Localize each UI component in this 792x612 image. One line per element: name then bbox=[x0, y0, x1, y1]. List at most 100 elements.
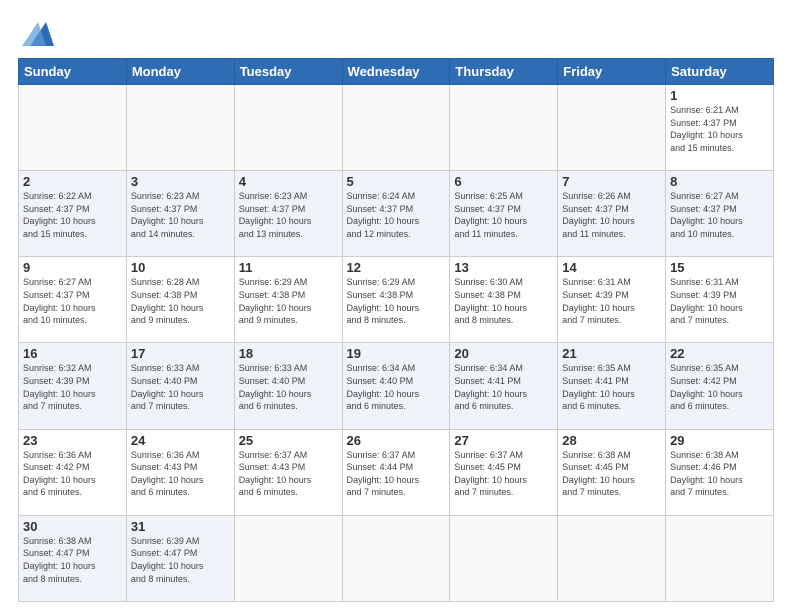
day-info: Sunrise: 6:28 AM Sunset: 4:38 PM Dayligh… bbox=[131, 276, 230, 326]
day-info: Sunrise: 6:23 AM Sunset: 4:37 PM Dayligh… bbox=[131, 190, 230, 240]
table-row: 19Sunrise: 6:34 AM Sunset: 4:40 PM Dayli… bbox=[342, 343, 450, 429]
day-number: 31 bbox=[131, 519, 230, 534]
day-info: Sunrise: 6:38 AM Sunset: 4:45 PM Dayligh… bbox=[562, 449, 661, 499]
table-row: 20Sunrise: 6:34 AM Sunset: 4:41 PM Dayli… bbox=[450, 343, 558, 429]
table-row: 3Sunrise: 6:23 AM Sunset: 4:37 PM Daylig… bbox=[126, 171, 234, 257]
day-info: Sunrise: 6:34 AM Sunset: 4:40 PM Dayligh… bbox=[347, 362, 446, 412]
day-number: 28 bbox=[562, 433, 661, 448]
table-row bbox=[234, 515, 342, 601]
table-row: 6Sunrise: 6:25 AM Sunset: 4:37 PM Daylig… bbox=[450, 171, 558, 257]
table-row: 9Sunrise: 6:27 AM Sunset: 4:37 PM Daylig… bbox=[19, 257, 127, 343]
day-info: Sunrise: 6:39 AM Sunset: 4:47 PM Dayligh… bbox=[131, 535, 230, 585]
table-row: 5Sunrise: 6:24 AM Sunset: 4:37 PM Daylig… bbox=[342, 171, 450, 257]
calendar-week-row: 1Sunrise: 6:21 AM Sunset: 4:37 PM Daylig… bbox=[19, 85, 774, 171]
table-row bbox=[666, 515, 774, 601]
day-info: Sunrise: 6:27 AM Sunset: 4:37 PM Dayligh… bbox=[670, 190, 769, 240]
day-info: Sunrise: 6:26 AM Sunset: 4:37 PM Dayligh… bbox=[562, 190, 661, 240]
logo-icon bbox=[22, 18, 54, 50]
table-row: 1Sunrise: 6:21 AM Sunset: 4:37 PM Daylig… bbox=[666, 85, 774, 171]
day-number: 13 bbox=[454, 260, 553, 275]
table-row: 7Sunrise: 6:26 AM Sunset: 4:37 PM Daylig… bbox=[558, 171, 666, 257]
day-info: Sunrise: 6:30 AM Sunset: 4:38 PM Dayligh… bbox=[454, 276, 553, 326]
day-info: Sunrise: 6:31 AM Sunset: 4:39 PM Dayligh… bbox=[562, 276, 661, 326]
day-number: 8 bbox=[670, 174, 769, 189]
table-row: 11Sunrise: 6:29 AM Sunset: 4:38 PM Dayli… bbox=[234, 257, 342, 343]
page: Sunday Monday Tuesday Wednesday Thursday… bbox=[0, 0, 792, 612]
table-row: 18Sunrise: 6:33 AM Sunset: 4:40 PM Dayli… bbox=[234, 343, 342, 429]
col-thursday: Thursday bbox=[450, 59, 558, 85]
day-number: 18 bbox=[239, 346, 338, 361]
table-row: 21Sunrise: 6:35 AM Sunset: 4:41 PM Dayli… bbox=[558, 343, 666, 429]
day-info: Sunrise: 6:33 AM Sunset: 4:40 PM Dayligh… bbox=[239, 362, 338, 412]
table-row bbox=[450, 515, 558, 601]
table-row bbox=[342, 515, 450, 601]
logo bbox=[18, 18, 54, 50]
day-info: Sunrise: 6:34 AM Sunset: 4:41 PM Dayligh… bbox=[454, 362, 553, 412]
day-info: Sunrise: 6:36 AM Sunset: 4:42 PM Dayligh… bbox=[23, 449, 122, 499]
day-number: 17 bbox=[131, 346, 230, 361]
table-row bbox=[19, 85, 127, 171]
day-info: Sunrise: 6:36 AM Sunset: 4:43 PM Dayligh… bbox=[131, 449, 230, 499]
day-number: 7 bbox=[562, 174, 661, 189]
day-info: Sunrise: 6:35 AM Sunset: 4:41 PM Dayligh… bbox=[562, 362, 661, 412]
day-number: 12 bbox=[347, 260, 446, 275]
table-row: 29Sunrise: 6:38 AM Sunset: 4:46 PM Dayli… bbox=[666, 429, 774, 515]
day-number: 21 bbox=[562, 346, 661, 361]
col-monday: Monday bbox=[126, 59, 234, 85]
calendar-week-row: 30Sunrise: 6:38 AM Sunset: 4:47 PM Dayli… bbox=[19, 515, 774, 601]
day-number: 26 bbox=[347, 433, 446, 448]
day-number: 29 bbox=[670, 433, 769, 448]
day-info: Sunrise: 6:37 AM Sunset: 4:43 PM Dayligh… bbox=[239, 449, 338, 499]
table-row: 4Sunrise: 6:23 AM Sunset: 4:37 PM Daylig… bbox=[234, 171, 342, 257]
day-info: Sunrise: 6:29 AM Sunset: 4:38 PM Dayligh… bbox=[239, 276, 338, 326]
table-row: 2Sunrise: 6:22 AM Sunset: 4:37 PM Daylig… bbox=[19, 171, 127, 257]
table-row bbox=[234, 85, 342, 171]
col-sunday: Sunday bbox=[19, 59, 127, 85]
day-number: 5 bbox=[347, 174, 446, 189]
table-row: 26Sunrise: 6:37 AM Sunset: 4:44 PM Dayli… bbox=[342, 429, 450, 515]
col-wednesday: Wednesday bbox=[342, 59, 450, 85]
table-row: 8Sunrise: 6:27 AM Sunset: 4:37 PM Daylig… bbox=[666, 171, 774, 257]
day-info: Sunrise: 6:21 AM Sunset: 4:37 PM Dayligh… bbox=[670, 104, 769, 154]
day-number: 3 bbox=[131, 174, 230, 189]
day-number: 30 bbox=[23, 519, 122, 534]
day-info: Sunrise: 6:24 AM Sunset: 4:37 PM Dayligh… bbox=[347, 190, 446, 240]
day-number: 9 bbox=[23, 260, 122, 275]
day-info: Sunrise: 6:38 AM Sunset: 4:46 PM Dayligh… bbox=[670, 449, 769, 499]
table-row: 14Sunrise: 6:31 AM Sunset: 4:39 PM Dayli… bbox=[558, 257, 666, 343]
day-number: 15 bbox=[670, 260, 769, 275]
day-number: 27 bbox=[454, 433, 553, 448]
table-row: 24Sunrise: 6:36 AM Sunset: 4:43 PM Dayli… bbox=[126, 429, 234, 515]
day-number: 10 bbox=[131, 260, 230, 275]
table-row: 15Sunrise: 6:31 AM Sunset: 4:39 PM Dayli… bbox=[666, 257, 774, 343]
day-number: 14 bbox=[562, 260, 661, 275]
day-info: Sunrise: 6:25 AM Sunset: 4:37 PM Dayligh… bbox=[454, 190, 553, 240]
col-friday: Friday bbox=[558, 59, 666, 85]
calendar-header-row: Sunday Monday Tuesday Wednesday Thursday… bbox=[19, 59, 774, 85]
calendar-week-row: 23Sunrise: 6:36 AM Sunset: 4:42 PM Dayli… bbox=[19, 429, 774, 515]
calendar-table: Sunday Monday Tuesday Wednesday Thursday… bbox=[18, 58, 774, 602]
table-row: 31Sunrise: 6:39 AM Sunset: 4:47 PM Dayli… bbox=[126, 515, 234, 601]
day-info: Sunrise: 6:27 AM Sunset: 4:37 PM Dayligh… bbox=[23, 276, 122, 326]
table-row: 22Sunrise: 6:35 AM Sunset: 4:42 PM Dayli… bbox=[666, 343, 774, 429]
table-row bbox=[450, 85, 558, 171]
day-number: 1 bbox=[670, 88, 769, 103]
day-info: Sunrise: 6:22 AM Sunset: 4:37 PM Dayligh… bbox=[23, 190, 122, 240]
table-row: 16Sunrise: 6:32 AM Sunset: 4:39 PM Dayli… bbox=[19, 343, 127, 429]
calendar-week-row: 16Sunrise: 6:32 AM Sunset: 4:39 PM Dayli… bbox=[19, 343, 774, 429]
day-number: 22 bbox=[670, 346, 769, 361]
table-row bbox=[342, 85, 450, 171]
day-info: Sunrise: 6:35 AM Sunset: 4:42 PM Dayligh… bbox=[670, 362, 769, 412]
col-saturday: Saturday bbox=[666, 59, 774, 85]
day-info: Sunrise: 6:37 AM Sunset: 4:45 PM Dayligh… bbox=[454, 449, 553, 499]
table-row: 17Sunrise: 6:33 AM Sunset: 4:40 PM Dayli… bbox=[126, 343, 234, 429]
day-number: 20 bbox=[454, 346, 553, 361]
header bbox=[18, 18, 774, 50]
day-info: Sunrise: 6:38 AM Sunset: 4:47 PM Dayligh… bbox=[23, 535, 122, 585]
day-number: 16 bbox=[23, 346, 122, 361]
calendar-week-row: 2Sunrise: 6:22 AM Sunset: 4:37 PM Daylig… bbox=[19, 171, 774, 257]
day-number: 19 bbox=[347, 346, 446, 361]
table-row: 13Sunrise: 6:30 AM Sunset: 4:38 PM Dayli… bbox=[450, 257, 558, 343]
day-number: 25 bbox=[239, 433, 338, 448]
calendar-week-row: 9Sunrise: 6:27 AM Sunset: 4:37 PM Daylig… bbox=[19, 257, 774, 343]
